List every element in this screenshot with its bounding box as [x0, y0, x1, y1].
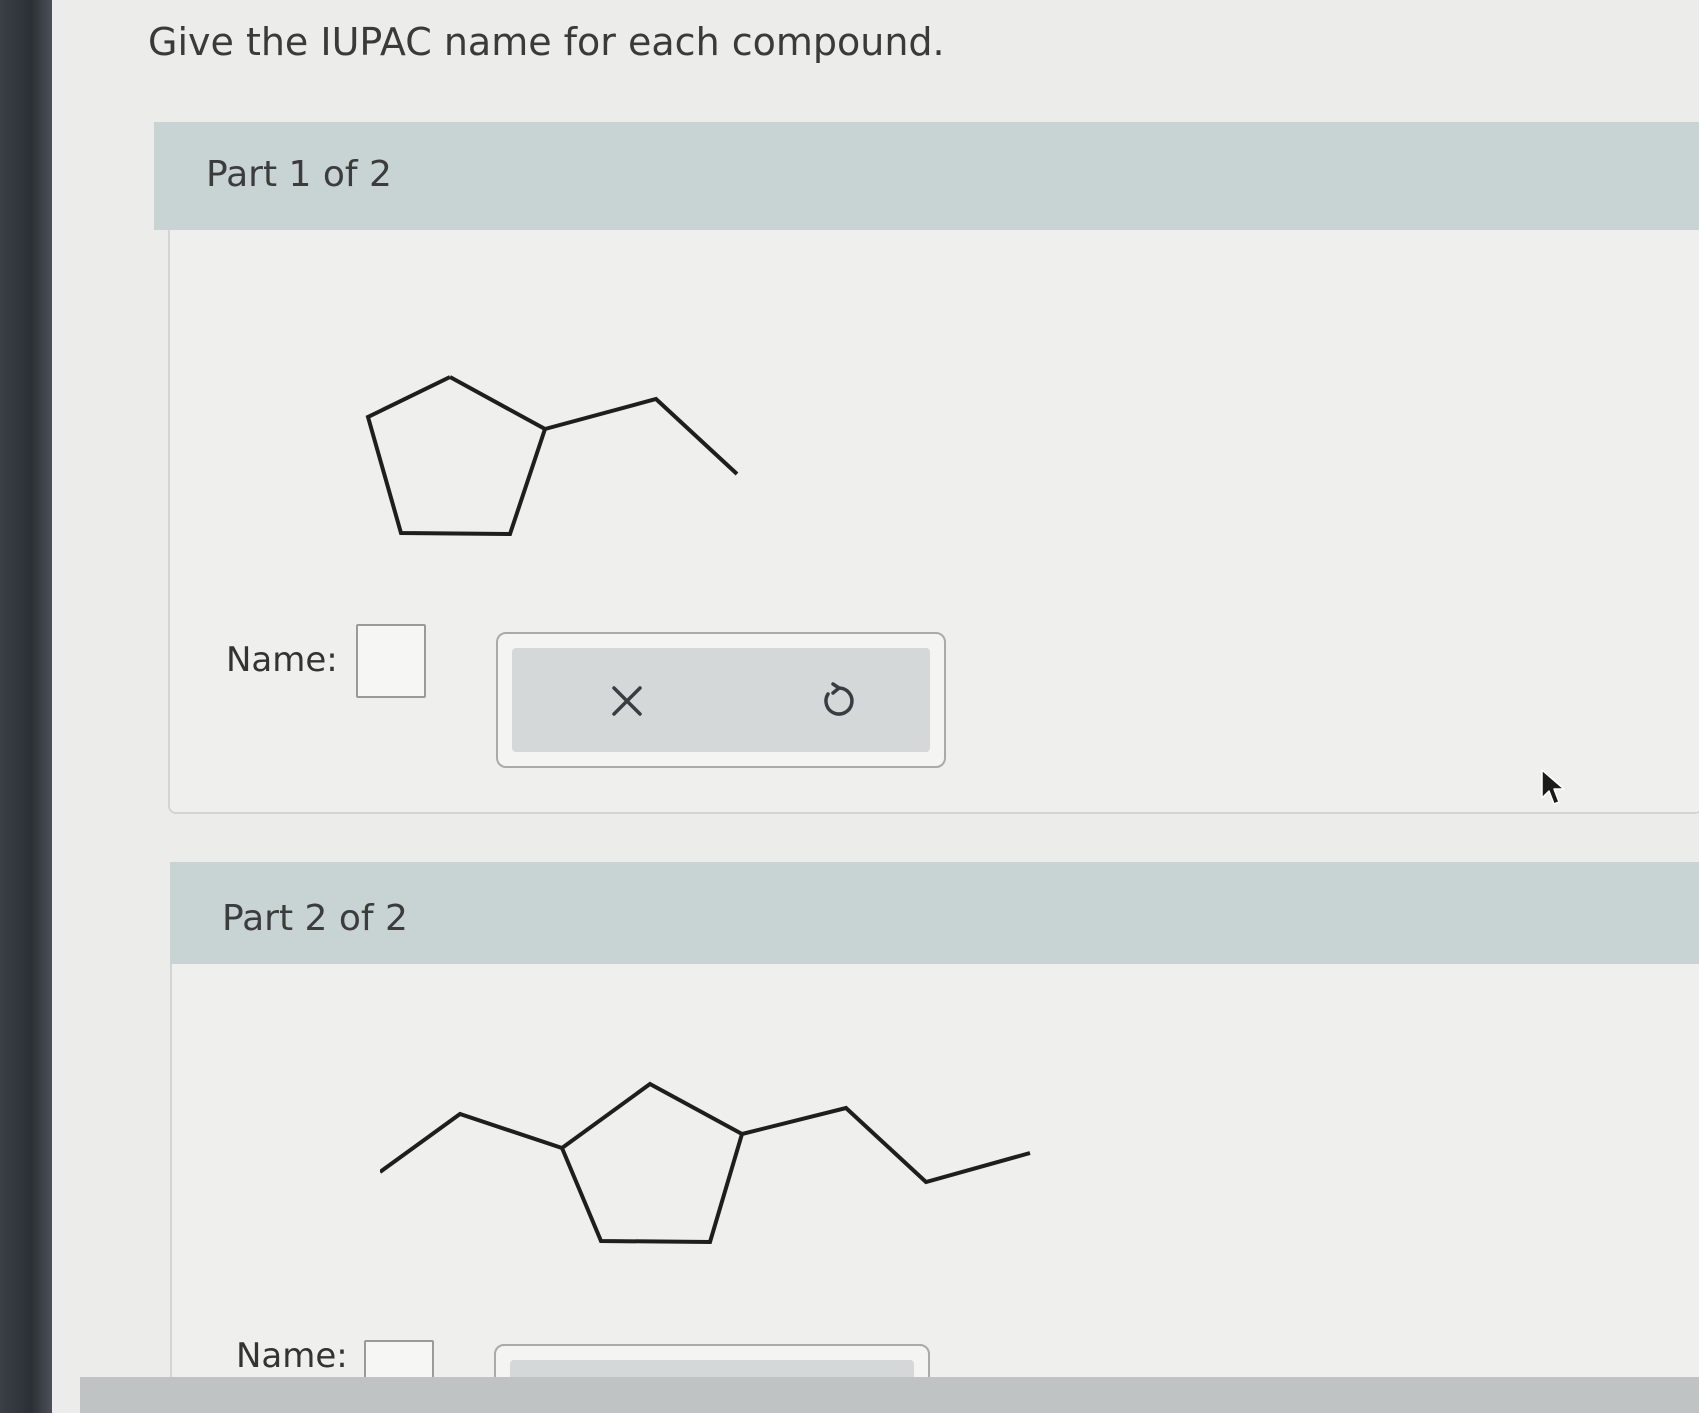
part-2-header: Part 2 of 2: [170, 862, 1699, 964]
part-1-answer-input[interactable]: [356, 624, 426, 698]
screen-bezel: [0, 0, 52, 1413]
part-2-structure: [380, 1081, 1031, 1245]
part-1-name-label: Name:: [226, 640, 338, 680]
part-2-body: Name:: [170, 964, 1699, 1408]
part-1-label: Part 1 of 2: [206, 154, 392, 195]
part-1-structure: [365, 375, 739, 537]
part-1-header: Part 1 of 2: [154, 122, 1699, 230]
part-2-label: Part 2 of 2: [222, 898, 408, 939]
part-1-action-panel: [496, 632, 946, 768]
bottom-toolbar: [80, 1377, 1699, 1413]
part-1-body: Name:: [168, 230, 1699, 814]
undo-icon[interactable]: [802, 666, 872, 736]
mouse-cursor-icon: [1540, 768, 1570, 808]
clear-icon[interactable]: [592, 666, 662, 736]
part-2-name-label: Name:: [236, 1336, 348, 1376]
question-instructions: Give the IUPAC name for each compound.: [148, 20, 945, 64]
